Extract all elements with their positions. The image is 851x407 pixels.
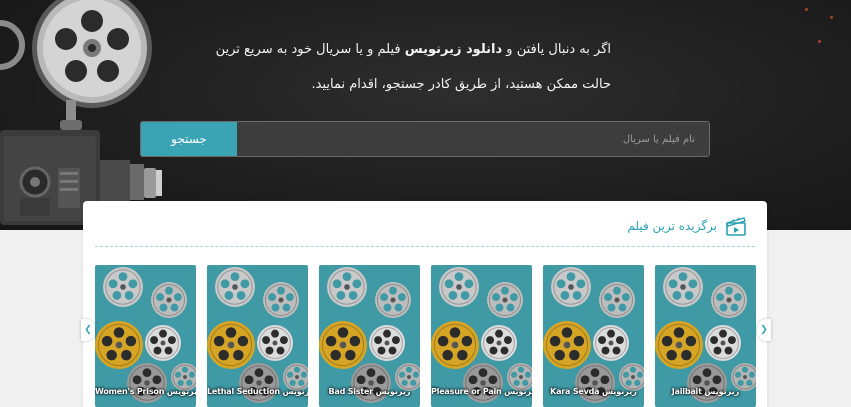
hero-description: اگر به دنبال یافتن و دانلود زیرنویس فیلم… [191,32,611,102]
search-bar: جستجو [140,121,710,157]
carousel-next-button[interactable]: ❯ [757,319,771,341]
movie-card-title: Pleasure or Pain زیرنویس [431,387,532,396]
hero-line-1: اگر به دنبال یافتن و دانلود زیرنویس فیلم… [191,32,611,67]
search-input[interactable] [237,122,709,156]
chevron-right-icon: ❯ [760,325,768,335]
movie-card-title: Bad Sister زیرنویس [328,387,411,396]
film-reels-poster [207,267,308,403]
hero-banner: اگر به دنبال یافتن و دانلود زیرنویس فیلم… [0,0,851,230]
panel-divider [95,246,755,247]
featured-header: برگزیده ترین فیلم [627,213,747,239]
chevron-left-icon: ❮ [84,325,92,335]
film-reels-poster [431,267,532,403]
movie-card[interactable]: Lethal Seduction زیرنویس [207,265,308,407]
film-reels-poster [95,267,196,403]
movie-card-title: Lethal Seduction زیرنویس [207,387,308,396]
movie-card-title: Women's Prison زیرنویس [95,387,196,396]
search-button[interactable]: جستجو [141,122,237,156]
film-reels-poster [543,267,644,403]
featured-title: برگزیده ترین فیلم [627,219,717,233]
hero-line-1-bold: دانلود زیرنویس [404,42,503,57]
movie-card[interactable]: Women's Prison زیرنویس [95,265,196,407]
clapperboard-icon [726,217,746,236]
film-reels-poster [655,267,756,403]
movie-card[interactable]: Pleasure or Pain زیرنویس [431,265,532,407]
movie-card[interactable]: Jailbait زیرنویس [655,265,756,407]
movie-card-title: Jailbait زیرنویس [671,387,740,396]
hero-line-1-prefix: اگر به دنبال یافتن و [506,42,611,57]
hero-line-1-suffix: فیلم و یا سریال خود به سریع ترین [215,42,401,57]
movie-card[interactable]: Kara Sevda زیرنویس [543,265,644,407]
hero-line-2: حالت ممکن هستید، از طریق کادر جستجو، اقد… [311,77,611,92]
movie-card-title: Kara Sevda زیرنویس [550,387,637,396]
film-reels-poster [319,267,420,403]
movie-card[interactable]: Bad Sister زیرنویس [319,265,420,407]
